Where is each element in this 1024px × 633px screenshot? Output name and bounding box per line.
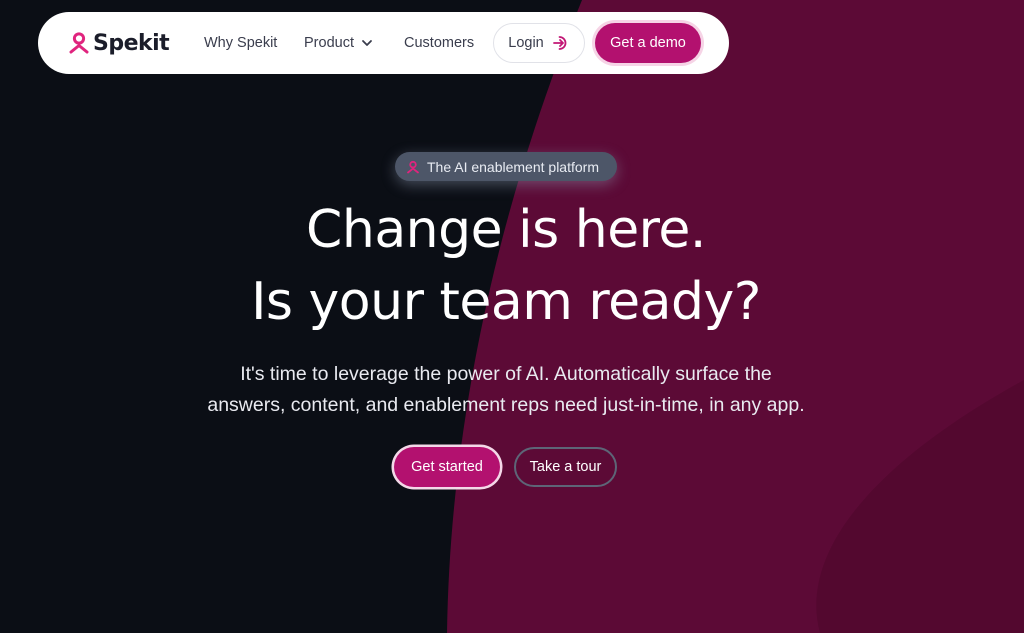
spekit-badge-icon — [407, 160, 419, 173]
nav-link-product-label: Product — [304, 35, 354, 51]
nav-link-product[interactable]: Product — [304, 33, 373, 53]
get-a-demo-button[interactable]: Get a demo — [595, 23, 701, 63]
get-started-button[interactable]: Get started — [394, 447, 500, 487]
spekit-logo-icon — [69, 32, 89, 54]
nav-link-why-spekit[interactable]: Why Spekit — [204, 33, 277, 53]
hero-headline-line1: Change is here. — [306, 200, 706, 260]
take-a-tour-button[interactable]: Take a tour — [514, 447, 617, 487]
nav-link-customers[interactable]: Customers — [404, 33, 474, 53]
hero-headline-line2: Is your team ready? — [251, 272, 761, 332]
top-navigation: Spekit Why Spekit Product Customers Logi… — [38, 12, 729, 74]
badge-text: The AI enablement platform — [427, 158, 599, 175]
hero-subtext-line1: It's time to leverage the power of AI. A… — [240, 363, 772, 385]
login-button[interactable]: Login — [493, 23, 585, 63]
page: Spekit Why Spekit Product Customers Logi… — [0, 0, 1024, 633]
logo-text: Spekit — [93, 30, 170, 56]
spekit-logo[interactable]: Spekit — [68, 28, 170, 58]
login-arrow-icon — [552, 36, 567, 50]
chevron-down-icon — [362, 40, 372, 46]
hero-subtext-line2: answers, content, and enablement reps ne… — [207, 394, 805, 416]
platform-badge: The AI enablement platform — [395, 152, 617, 181]
login-label: Login — [508, 35, 544, 51]
